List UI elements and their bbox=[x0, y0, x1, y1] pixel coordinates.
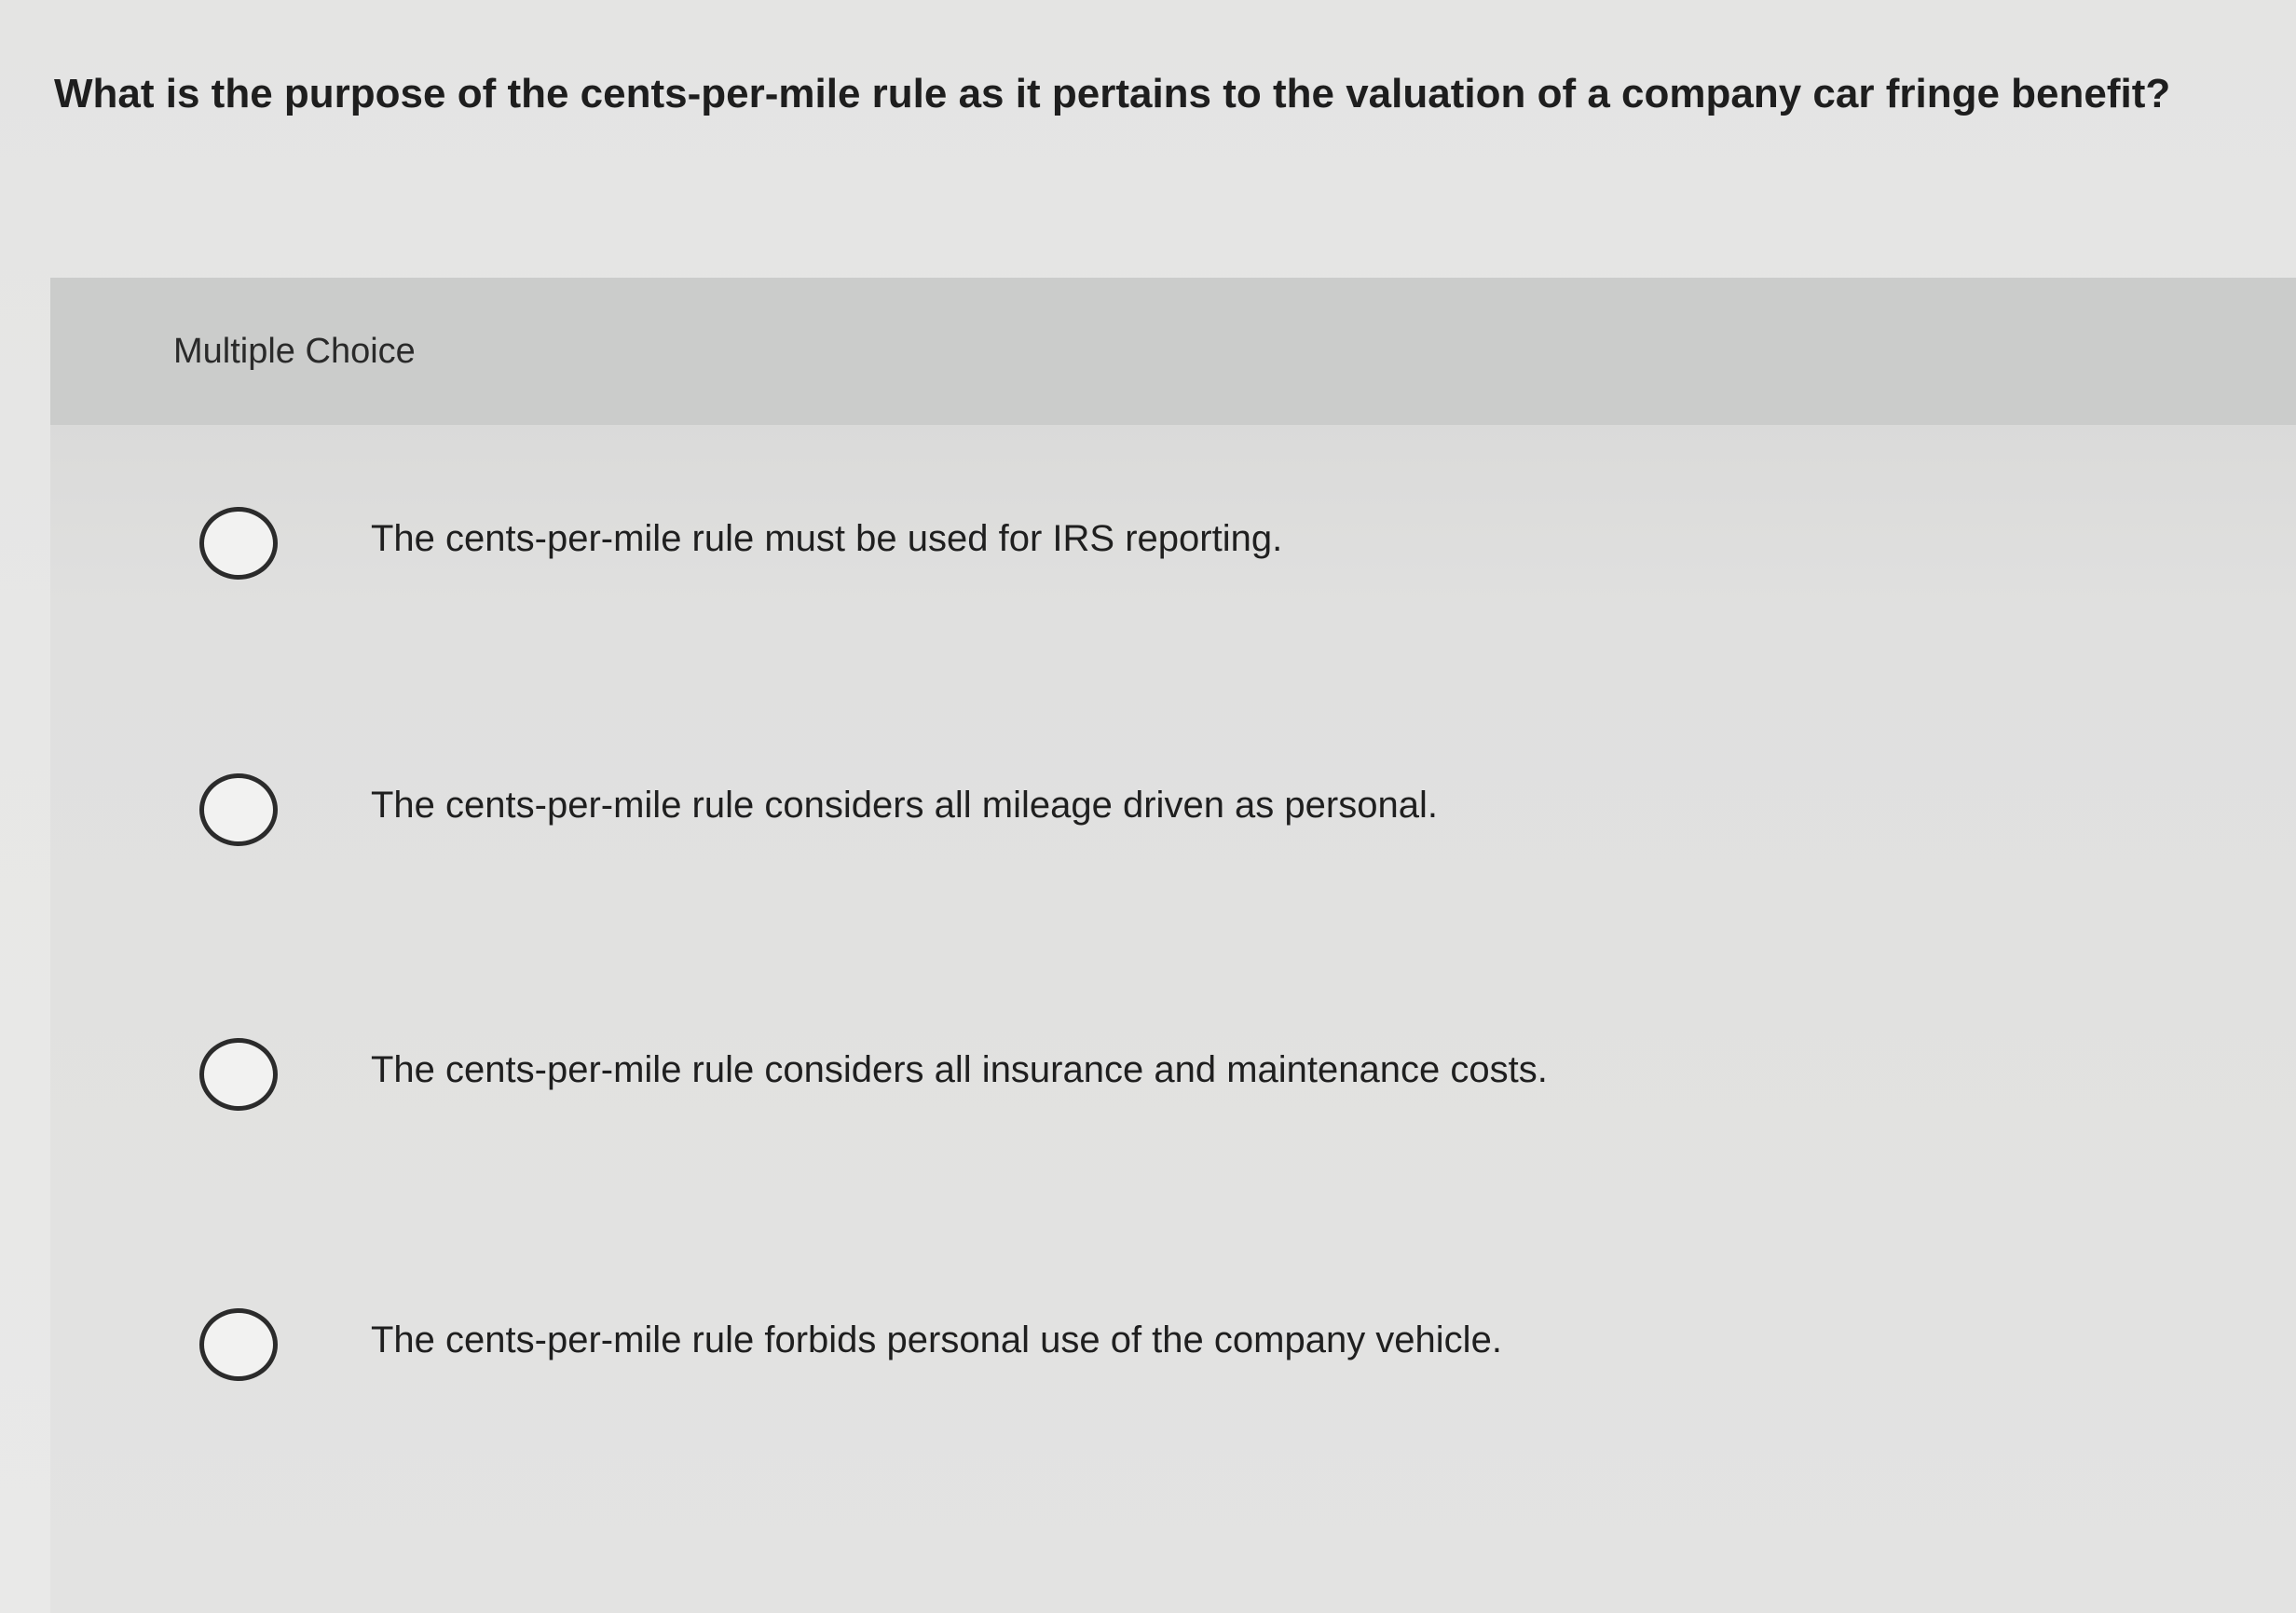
radio-button[interactable] bbox=[199, 507, 278, 580]
answer-option[interactable]: The cents-per-mile rule considers all mi… bbox=[50, 691, 2296, 915]
radio-button[interactable] bbox=[199, 1038, 278, 1111]
answer-option-label: The cents-per-mile rule must be used for… bbox=[371, 518, 1283, 559]
answer-option[interactable]: The cents-per-mile rule considers all in… bbox=[50, 956, 2296, 1180]
multiple-choice-panel: Multiple Choice The cents-per-mile rule … bbox=[50, 278, 2296, 1613]
radio-button[interactable] bbox=[199, 1308, 278, 1381]
answer-option[interactable]: The cents-per-mile rule forbids personal… bbox=[50, 1226, 2296, 1450]
answer-option-label: The cents-per-mile rule forbids personal… bbox=[371, 1319, 1502, 1360]
multiple-choice-label: Multiple Choice bbox=[173, 332, 416, 371]
question-text: What is the purpose of the cents-per-mil… bbox=[54, 71, 2171, 116]
answer-option[interactable]: The cents-per-mile rule must be used for… bbox=[50, 425, 2296, 649]
panel-header: Multiple Choice bbox=[50, 278, 2296, 425]
answer-option-label: The cents-per-mile rule considers all in… bbox=[371, 1049, 1548, 1090]
radio-button[interactable] bbox=[199, 773, 278, 846]
answer-option-label: The cents-per-mile rule considers all mi… bbox=[371, 785, 1438, 826]
